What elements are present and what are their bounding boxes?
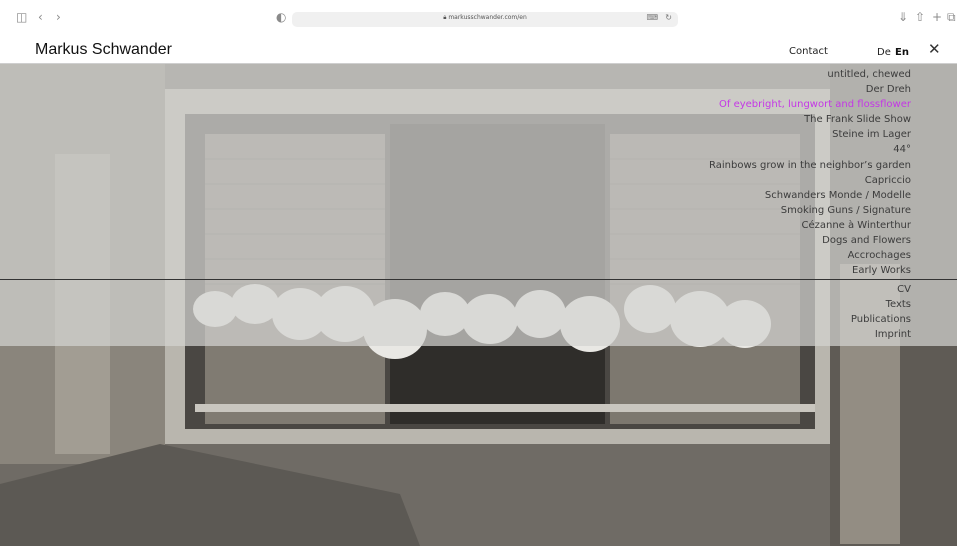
language-de-link[interactable]: De	[877, 47, 891, 58]
translate-icon[interactable]: ⌨	[646, 13, 658, 22]
site-title[interactable]: Markus Schwander	[35, 41, 172, 59]
menu-item-dogs-and-flowers[interactable]: Dogs and Flowers	[709, 233, 911, 248]
site-header: Markus Schwander Contact De En ✕	[0, 36, 957, 64]
works-menu: untitled, chewed Der Dreh Of eyebright, …	[709, 67, 911, 278]
menu-divider	[0, 279, 957, 280]
info-menu: CV Texts Publications Imprint	[851, 282, 911, 342]
sidebar-icon[interactable]: ◫	[16, 10, 27, 24]
share-icon[interactable]: ⇧	[915, 10, 925, 24]
back-icon[interactable]: ‹	[38, 10, 43, 24]
menu-item-rainbows[interactable]: Rainbows grow in the neighbor’s garden	[709, 158, 911, 173]
menu-item-untitled-chewed[interactable]: untitled, chewed	[709, 67, 911, 82]
tabs-icon[interactable]: ⧉	[947, 10, 956, 24]
menu-item-texts[interactable]: Texts	[851, 297, 911, 312]
address-bar[interactable]: 🔒︎ markusschwander.com/en ⌨ ↻	[292, 12, 678, 27]
menu-item-early-works[interactable]: Early Works	[709, 263, 911, 278]
menu-item-imprint[interactable]: Imprint	[851, 327, 911, 342]
menu-item-der-dreh[interactable]: Der Dreh	[709, 82, 911, 97]
download-icon[interactable]: ⇓	[898, 10, 908, 24]
menu-item-publications[interactable]: Publications	[851, 312, 911, 327]
forward-icon[interactable]: ›	[56, 10, 61, 24]
menu-item-of-eyebright[interactable]: Of eyebright, lungwort and flossflower	[709, 97, 911, 112]
menu-item-capriccio[interactable]: Capriccio	[709, 173, 911, 188]
menu-item-steine-im-lager[interactable]: Steine im Lager	[709, 127, 911, 142]
url-text: 🔒︎ markusschwander.com/en	[443, 14, 527, 21]
menu-item-44-degrees[interactable]: 44°	[709, 142, 911, 157]
menu-item-accrochages[interactable]: Accrochages	[709, 248, 911, 263]
menu-item-cezanne[interactable]: Cézanne à Winterthur	[709, 218, 911, 233]
privacy-icon[interactable]: ◐	[276, 10, 286, 24]
reload-icon[interactable]: ↻	[665, 13, 672, 22]
menu-item-schwanders-monde[interactable]: Schwanders Monde / Modelle	[709, 188, 911, 203]
contact-link[interactable]: Contact	[789, 46, 828, 57]
menu-item-cv[interactable]: CV	[851, 282, 911, 297]
browser-toolbar: ◫ ‹ › ◐ 🔒︎ markusschwander.com/en ⌨ ↻ ⇓ …	[0, 0, 957, 36]
close-icon[interactable]: ✕	[928, 41, 941, 57]
menu-item-smoking-guns[interactable]: Smoking Guns / Signature	[709, 203, 911, 218]
menu-item-frank-slide-show[interactable]: The Frank Slide Show	[709, 112, 911, 127]
new-tab-icon[interactable]: +	[932, 10, 942, 24]
language-en-link[interactable]: En	[895, 47, 909, 58]
